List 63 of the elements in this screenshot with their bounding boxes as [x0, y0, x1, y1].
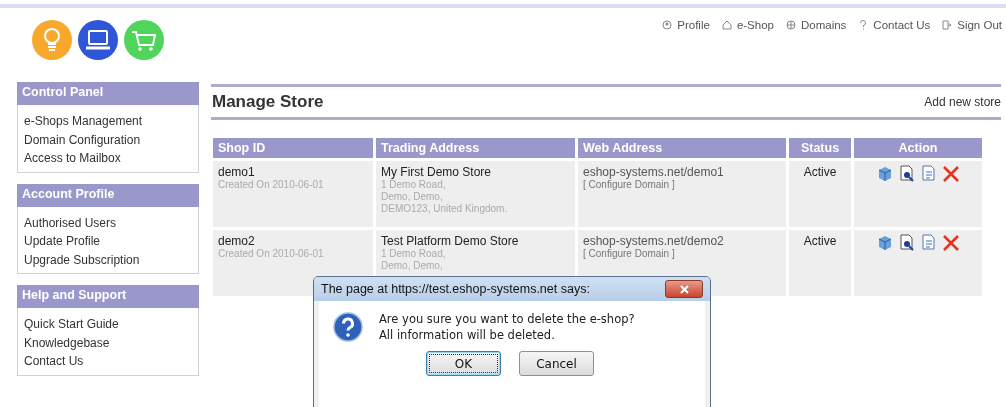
- page-title: Manage Store: [212, 92, 324, 112]
- creation-date: Created On 2010-06-01: [218, 179, 325, 191]
- document-magnifier-icon[interactable]: [898, 234, 916, 252]
- sidebar-link[interactable]: Update Profile: [24, 232, 192, 251]
- dialog-message: Are you sure you want to delete the e-shop?: [379, 311, 635, 327]
- sidebar-link[interactable]: Authorised Users: [24, 213, 192, 232]
- web-address: eshop-systems.net/demo1: [583, 165, 725, 179]
- laptop-icon: [78, 20, 118, 60]
- nav-link[interactable]: e-Shop: [721, 19, 774, 31]
- nav-link[interactable]: Profile: [662, 19, 710, 31]
- address-line: Demo, Demo,: [381, 191, 444, 203]
- cube-icon[interactable]: [876, 165, 894, 183]
- section-header: Account Profile: [17, 183, 199, 207]
- store-name: My First Demo Store: [381, 165, 492, 179]
- document-magnifier-icon[interactable]: [898, 165, 916, 183]
- question-icon: [333, 312, 363, 342]
- shop-id: demo1: [218, 165, 256, 179]
- lightbulb-icon: [32, 20, 72, 60]
- close-button[interactable]: [665, 280, 703, 298]
- status-text: Active: [802, 234, 838, 248]
- sidebar-link[interactable]: Contact Us: [24, 352, 192, 371]
- add-store-link[interactable]: Add new store: [924, 95, 1001, 109]
- shopping-cart-icon: [124, 20, 164, 60]
- person-icon: [662, 20, 673, 30]
- sidebar-link[interactable]: Knowledgebase: [24, 333, 192, 352]
- address-line: Demo, Demo,: [381, 260, 444, 272]
- configure-domain-link[interactable]: [ Configure Domain ]: [583, 248, 781, 259]
- column-header: Trading Address: [376, 138, 575, 158]
- dialog-message: All information will be deleted.: [379, 327, 556, 343]
- address-line: 1 Demo Road,: [381, 179, 447, 191]
- section-header: Help and Support: [17, 285, 199, 308]
- delete-icon[interactable]: [942, 234, 960, 252]
- sidebar-link[interactable]: e-Shops Management: [24, 112, 192, 131]
- address-line: DEMO123, United Kingdom.: [381, 203, 509, 215]
- shop-id: demo2: [218, 234, 256, 248]
- delete-icon[interactable]: [942, 165, 960, 183]
- configure-domain-link[interactable]: [ Configure Domain ]: [583, 179, 781, 190]
- column-header: Web Address: [578, 138, 786, 158]
- nav-link[interactable]: Domains: [785, 19, 847, 31]
- section-header: Control Panel: [17, 82, 199, 105]
- nav-link[interactable]: Contact Us: [858, 19, 931, 31]
- house-icon: [721, 20, 732, 30]
- column-header: Shop ID: [213, 138, 373, 158]
- dialog-title: The page at https://test.eshop-systems.net says:: [321, 282, 590, 296]
- globe-icon: [785, 20, 796, 30]
- close-icon: [679, 284, 689, 294]
- question-mark-icon: [858, 20, 869, 30]
- address-line: 1 Demo Road,: [381, 248, 447, 260]
- sidebar-link[interactable]: Upgrade Subscription: [24, 250, 192, 269]
- nav-link[interactable]: Sign Out: [942, 19, 1002, 31]
- sidebar-link[interactable]: Domain Configuration: [24, 130, 192, 149]
- status-text: Active: [802, 165, 838, 179]
- ok-button[interactable]: OK: [426, 351, 501, 376]
- store-name: Test Platform Demo Store: [381, 234, 520, 248]
- sidebar-link[interactable]: Access to Mailbox: [24, 149, 192, 168]
- cube-icon[interactable]: [876, 234, 894, 252]
- column-header: Status: [789, 138, 851, 158]
- cancel-button[interactable]: Cancel: [519, 351, 594, 376]
- creation-date: Created On 2010-06-01: [218, 248, 325, 260]
- web-address: eshop-systems.net/demo2: [583, 234, 725, 248]
- sidebar-link[interactable]: Quick Start Guide: [24, 315, 192, 334]
- column-header: Action: [854, 138, 982, 158]
- exit-icon: [942, 20, 953, 30]
